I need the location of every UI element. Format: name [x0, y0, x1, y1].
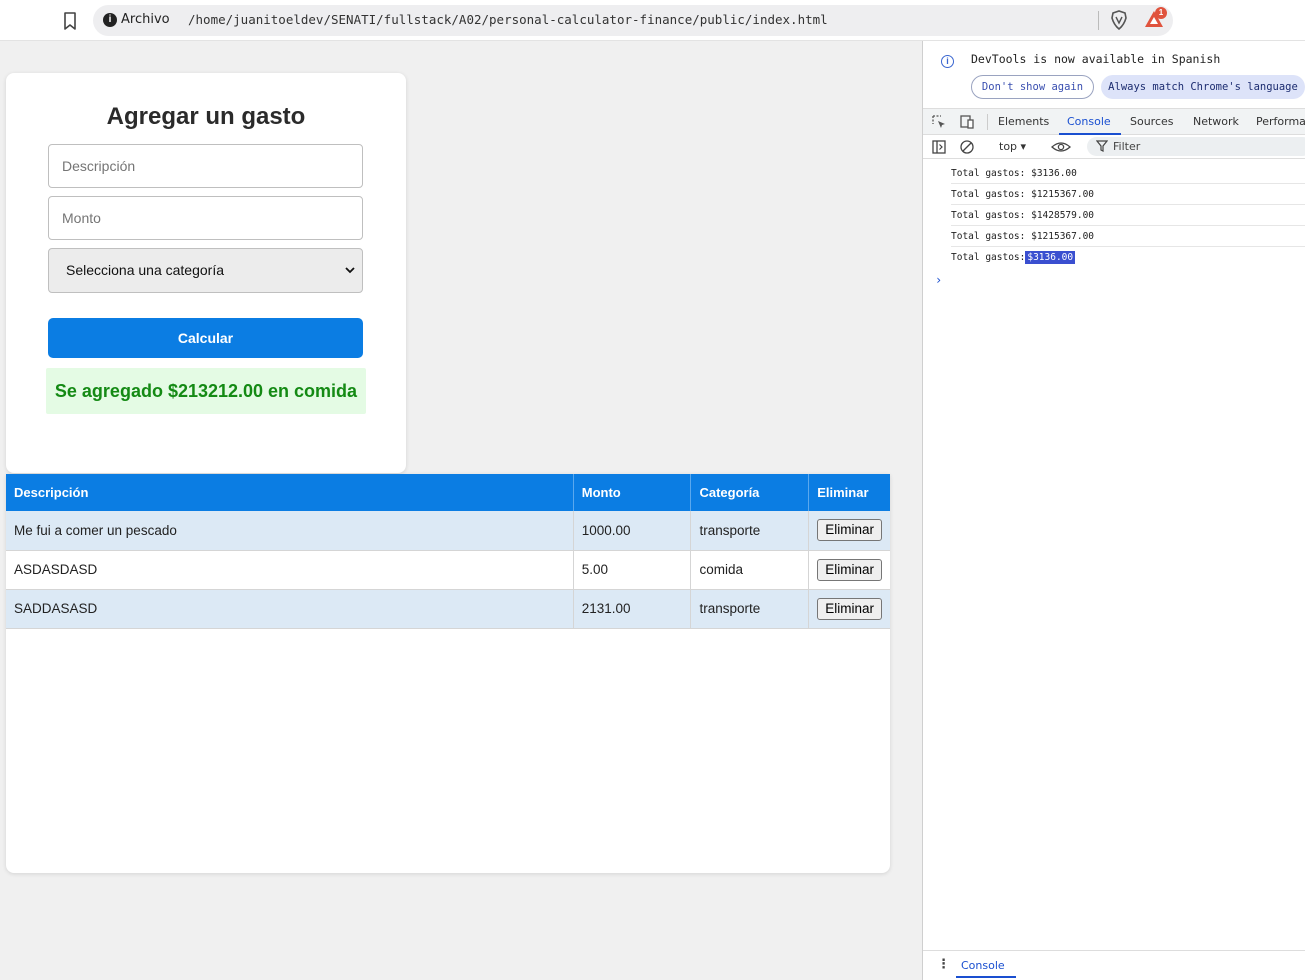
log-value-selected: $3136.00 — [1025, 251, 1076, 264]
divider — [1098, 11, 1099, 30]
description-input[interactable]: Descripción — [48, 144, 363, 188]
table-row: ASDASDASD 5.00 comida Eliminar — [6, 550, 890, 590]
console-log-line: Total gastos: $3136.00 — [951, 163, 1305, 184]
tab-sources[interactable]: Sources — [1130, 115, 1174, 128]
brave-shield-icon[interactable] — [1110, 10, 1128, 30]
cell-action: Eliminar — [808, 511, 890, 551]
log-prefix: Total gastos: — [951, 210, 1026, 221]
dont-show-again-button[interactable]: Don't show again — [971, 75, 1094, 99]
header-amount: Monto — [573, 474, 692, 511]
header-delete: Eliminar — [808, 474, 890, 511]
form-title: Agregar un gasto — [106, 103, 306, 130]
filter-placeholder: Filter — [1113, 140, 1141, 153]
category-select[interactable]: Selecciona una categoría — [48, 248, 363, 293]
success-message: Se agregado $213212.00 en comida — [46, 368, 366, 414]
drawer-menu-icon[interactable]: ⋮ — [937, 957, 950, 972]
header-description: Descripción — [6, 474, 574, 511]
expenses-table-card: Descripción Monto Categoría Eliminar Me … — [6, 474, 890, 873]
tab-performance[interactable]: Performance — [1256, 115, 1305, 128]
browser-toolbar: i Archivo /home/juanitoeldev/SENATI/full… — [0, 0, 1305, 41]
log-value: $1215367.00 — [1031, 189, 1095, 200]
chevron-down-icon — [345, 267, 355, 274]
log-prefix: Total gastos: — [951, 189, 1026, 200]
log-value: $1215367.00 — [1031, 231, 1095, 242]
log-prefix: Total gastos: — [951, 168, 1026, 179]
clear-console-icon[interactable] — [959, 139, 975, 155]
expense-form-card: Agregar un gasto Descripción Monto Selec… — [6, 73, 406, 473]
devtools-tabbar: Elements Console Sources Network Perform… — [923, 108, 1305, 135]
category-select-value: Selecciona una categoría — [66, 262, 224, 278]
cell-description: Me fui a comer un pescado — [6, 511, 574, 551]
delete-button[interactable]: Eliminar — [817, 519, 882, 542]
devtools-panel: i DevTools is now available in Spanish D… — [922, 41, 1305, 980]
url-text[interactable]: /home/juanitoeldev/SENATI/fullstack/A02/… — [188, 12, 828, 27]
cell-action: Eliminar — [808, 550, 890, 590]
tab-console[interactable]: Console — [1067, 115, 1111, 128]
tab-network[interactable]: Network — [1193, 115, 1239, 128]
context-label: top — [999, 140, 1018, 153]
log-prefix: Total gastos: — [951, 252, 1026, 263]
cell-amount: 1000.00 — [573, 511, 692, 551]
console-log-line: Total gastos: $1215367.00 — [951, 226, 1305, 247]
cell-description: ASDASDASD — [6, 550, 574, 590]
console-prompt[interactable]: › — [935, 273, 942, 287]
sidebar-toggle-icon[interactable] — [931, 139, 947, 155]
expenses-table: Descripción Monto Categoría Eliminar Me … — [6, 474, 890, 629]
inspect-element-icon[interactable] — [931, 114, 947, 130]
console-log-line: Total gastos: $1428579.00 — [951, 205, 1305, 226]
log-value: $3136.00 — [1031, 168, 1077, 179]
devtools-drawer: ⋮ Console — [923, 950, 1305, 980]
context-selector[interactable]: top ▾ — [999, 140, 1026, 153]
table-row: SADDASASD 2131.00 transporte Eliminar — [6, 589, 890, 629]
table-row: Me fui a comer un pescado 1000.00 transp… — [6, 511, 890, 551]
site-info-icon[interactable]: i — [103, 13, 117, 27]
bookmark-icon[interactable] — [62, 11, 78, 31]
console-log-line: Total gastos: $3136.00 — [951, 247, 1305, 268]
log-value: $1428579.00 — [1031, 210, 1095, 221]
header-category: Categoría — [690, 474, 810, 511]
console-toolbar: top ▾ Filter — [923, 135, 1305, 159]
cell-amount: 5.00 — [573, 550, 692, 590]
rewards-badge: 1 — [1155, 7, 1167, 19]
match-language-button[interactable]: Always match Chrome's language — [1101, 75, 1305, 99]
tab-elements[interactable]: Elements — [998, 115, 1049, 128]
filter-icon — [1096, 140, 1108, 152]
cell-category: comida — [690, 550, 810, 590]
console-log-line: Total gastos: $1215367.00 — [951, 184, 1305, 205]
drawer-tab-indicator — [956, 976, 1016, 978]
amount-input[interactable]: Monto — [48, 196, 363, 240]
calculate-button[interactable]: Calcular — [48, 318, 363, 358]
page-viewport: Agregar un gasto Descripción Monto Selec… — [0, 41, 922, 980]
cell-description: SADDASASD — [6, 589, 574, 629]
cell-category: transporte — [690, 511, 810, 551]
device-toolbar-icon[interactable] — [959, 114, 975, 130]
log-prefix: Total gastos: — [951, 231, 1026, 242]
drawer-tab-console[interactable]: Console — [961, 959, 1005, 972]
table-header-row: Descripción Monto Categoría Eliminar — [6, 474, 890, 511]
eye-icon[interactable] — [1051, 139, 1071, 155]
cell-action: Eliminar — [808, 589, 890, 629]
cell-amount: 2131.00 — [573, 589, 692, 629]
cell-category: transporte — [690, 589, 810, 629]
info-icon: i — [941, 55, 954, 68]
language-banner: DevTools is now available in Spanish — [971, 52, 1221, 66]
divider — [987, 114, 988, 130]
delete-button[interactable]: Eliminar — [817, 558, 882, 581]
scheme-label: Archivo — [121, 12, 170, 27]
delete-button[interactable]: Eliminar — [817, 597, 882, 620]
